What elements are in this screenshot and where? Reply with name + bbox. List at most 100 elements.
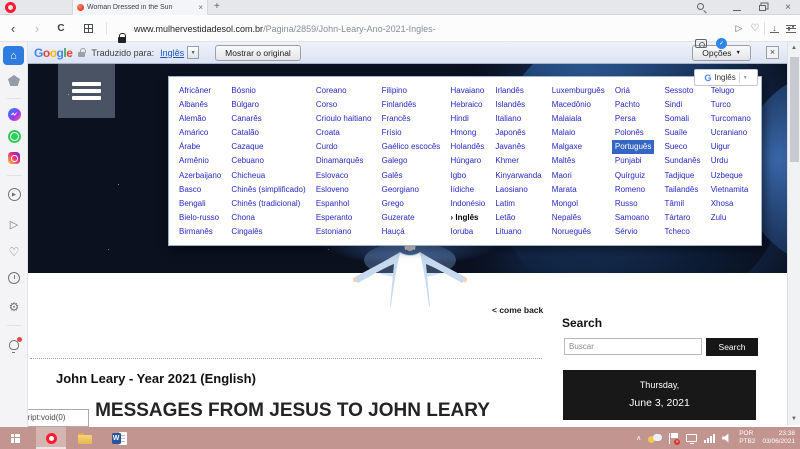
video-popout-icon[interactable]: ▶ <box>0 188 28 201</box>
taskbar-explorer-button[interactable] <box>70 427 100 449</box>
language-option[interactable]: Vietnamita <box>711 183 749 197</box>
new-tab-button[interactable]: + <box>214 1 220 12</box>
language-option[interactable]: Laosiano <box>495 183 527 197</box>
language-option[interactable]: Tâmil <box>665 197 685 211</box>
language-option[interactable]: Uigur <box>711 140 730 154</box>
taskbar-word-button[interactable]: W <box>104 427 134 449</box>
language-option[interactable]: Urdu <box>711 154 728 168</box>
browser-tab[interactable]: Woman Dressed in the Sun × <box>72 0 208 15</box>
address-bar[interactable]: www.mulhervestidadesol.com.br/Pagina/285… <box>134 15 436 42</box>
language-option[interactable]: Grego <box>382 197 404 211</box>
scroll-up-icon[interactable]: ▲ <box>788 45 800 51</box>
language-option[interactable]: Frísio <box>382 126 402 140</box>
language-option[interactable]: Espanhol <box>316 197 349 211</box>
language-option[interactable]: Zulu <box>711 211 727 225</box>
translate-language-select[interactable]: ▼ <box>187 46 199 59</box>
easy-setup-icon[interactable] <box>786 25 796 33</box>
whatsapp-icon[interactable] <box>0 130 28 143</box>
language-option[interactable]: Sérvio <box>615 225 638 239</box>
language-option[interactable]: Sindi <box>665 98 683 112</box>
security-flag-icon[interactable]: × <box>669 433 679 444</box>
language-option[interactable]: Irlandês <box>495 84 523 98</box>
language-option[interactable]: Basco <box>179 183 201 197</box>
language-option[interactable]: Húngaro <box>450 154 481 168</box>
language-option[interactable]: Tcheco <box>665 225 690 239</box>
language-option[interactable]: Cingalês <box>231 225 262 239</box>
come-back-link[interactable]: < come back <box>492 305 543 315</box>
language-option[interactable]: Amárico <box>179 126 208 140</box>
language-option[interactable]: Georgiano <box>382 183 419 197</box>
language-option[interactable]: Búlgaro <box>231 98 259 112</box>
language-option[interactable]: Canarês <box>231 112 261 126</box>
language-option[interactable]: Samoano <box>615 211 649 225</box>
bookmark-heart-icon[interactable]: ♡ <box>749 15 761 42</box>
language-option[interactable]: Maori <box>552 169 572 183</box>
snapshot-icon[interactable] <box>695 39 707 48</box>
window-close-button[interactable]: × <box>781 0 795 15</box>
language-option[interactable]: Oriá <box>615 84 630 98</box>
language-option[interactable]: Sundanês <box>665 154 701 168</box>
language-option[interactable]: Eslovaco <box>316 169 348 183</box>
reload-button[interactable]: C <box>54 15 68 42</box>
volume-icon[interactable] <box>722 433 732 443</box>
minimize-button[interactable] <box>731 0 743 15</box>
language-option[interactable]: Italiano <box>495 112 521 126</box>
instagram-icon[interactable] <box>0 152 28 164</box>
language-option[interactable]: Xhosa <box>711 197 734 211</box>
language-option[interactable]: Esperanto <box>316 211 352 225</box>
tab-close-icon[interactable]: × <box>198 4 203 12</box>
language-option[interactable]: Bielo-russo <box>179 211 219 225</box>
site-menu-button[interactable] <box>58 64 115 118</box>
workspaces-grid-icon[interactable] <box>84 24 93 33</box>
language-option[interactable]: Maltês <box>552 154 576 168</box>
language-option[interactable]: Corso <box>316 98 337 112</box>
search-input[interactable] <box>564 338 702 355</box>
language-option[interactable]: Birmanês <box>179 225 213 239</box>
downloads-icon[interactable]: ↓ <box>769 15 780 42</box>
language-option[interactable]: Indonésio <box>450 197 485 211</box>
language-option[interactable]: Catalão <box>231 126 259 140</box>
search-button[interactable]: Search <box>706 338 758 356</box>
language-option[interactable]: Islandês <box>495 98 525 112</box>
language-option[interactable]: Polonês <box>615 126 644 140</box>
language-option[interactable]: Curdo <box>316 140 338 154</box>
language-option[interactable]: Malgaxe <box>552 140 582 154</box>
scroll-down-icon[interactable]: ▼ <box>788 416 800 422</box>
language-option[interactable]: Cazaque <box>231 140 263 154</box>
language-option[interactable]: Chona <box>231 211 255 225</box>
language-option[interactable]: Havaiano <box>450 84 484 98</box>
language-option[interactable]: Guzerate <box>382 211 415 225</box>
language-option[interactable]: Holandês <box>450 140 484 154</box>
restore-button[interactable] <box>756 0 768 15</box>
language-option[interactable]: Nepalês <box>552 211 581 225</box>
translate-bar-close-icon[interactable]: × <box>766 46 779 59</box>
language-option[interactable]: Luxemburguês <box>552 84 605 98</box>
language-option[interactable]: Russo <box>615 197 638 211</box>
language-option[interactable]: Malaio <box>552 126 576 140</box>
language-option[interactable]: Armênio <box>179 154 209 168</box>
personal-news-heart-icon[interactable]: ♡ <box>0 245 28 259</box>
search-tabs-icon[interactable] <box>697 3 704 10</box>
language-option[interactable]: Gaélico escocês <box>382 140 441 154</box>
language-option[interactable]: Croata <box>316 126 340 140</box>
language-option[interactable]: Árabe <box>179 140 200 154</box>
extension-badge-icon[interactable]: ✓ <box>716 38 727 49</box>
language-option[interactable]: Somali <box>665 112 689 126</box>
language-option[interactable]: Alemão <box>179 112 206 126</box>
language-option[interactable]: Telugo <box>711 84 735 98</box>
language-option[interactable]: Filipino <box>382 84 407 98</box>
settings-gear-icon[interactable]: ⚙ <box>0 300 28 314</box>
language-option[interactable]: Kinyarwanda <box>495 169 541 183</box>
language-option[interactable]: Esloveno <box>316 183 349 197</box>
language-option[interactable]: Marata <box>552 183 577 197</box>
lock-icon[interactable] <box>118 37 126 43</box>
language-option[interactable]: Hmong <box>450 126 476 140</box>
language-option[interactable]: Japonês <box>495 126 525 140</box>
taskbar-opera-button[interactable] <box>36 427 66 449</box>
language-option[interactable]: Chicheua <box>231 169 265 183</box>
language-option[interactable]: Galego <box>382 154 408 168</box>
language-option[interactable]: Hauçá <box>382 225 405 239</box>
language-indicator[interactable]: PORPTB2 <box>739 430 755 447</box>
show-original-button[interactable]: Mostrar o original <box>215 45 301 61</box>
bookmarks-panel-icon[interactable] <box>0 75 28 86</box>
